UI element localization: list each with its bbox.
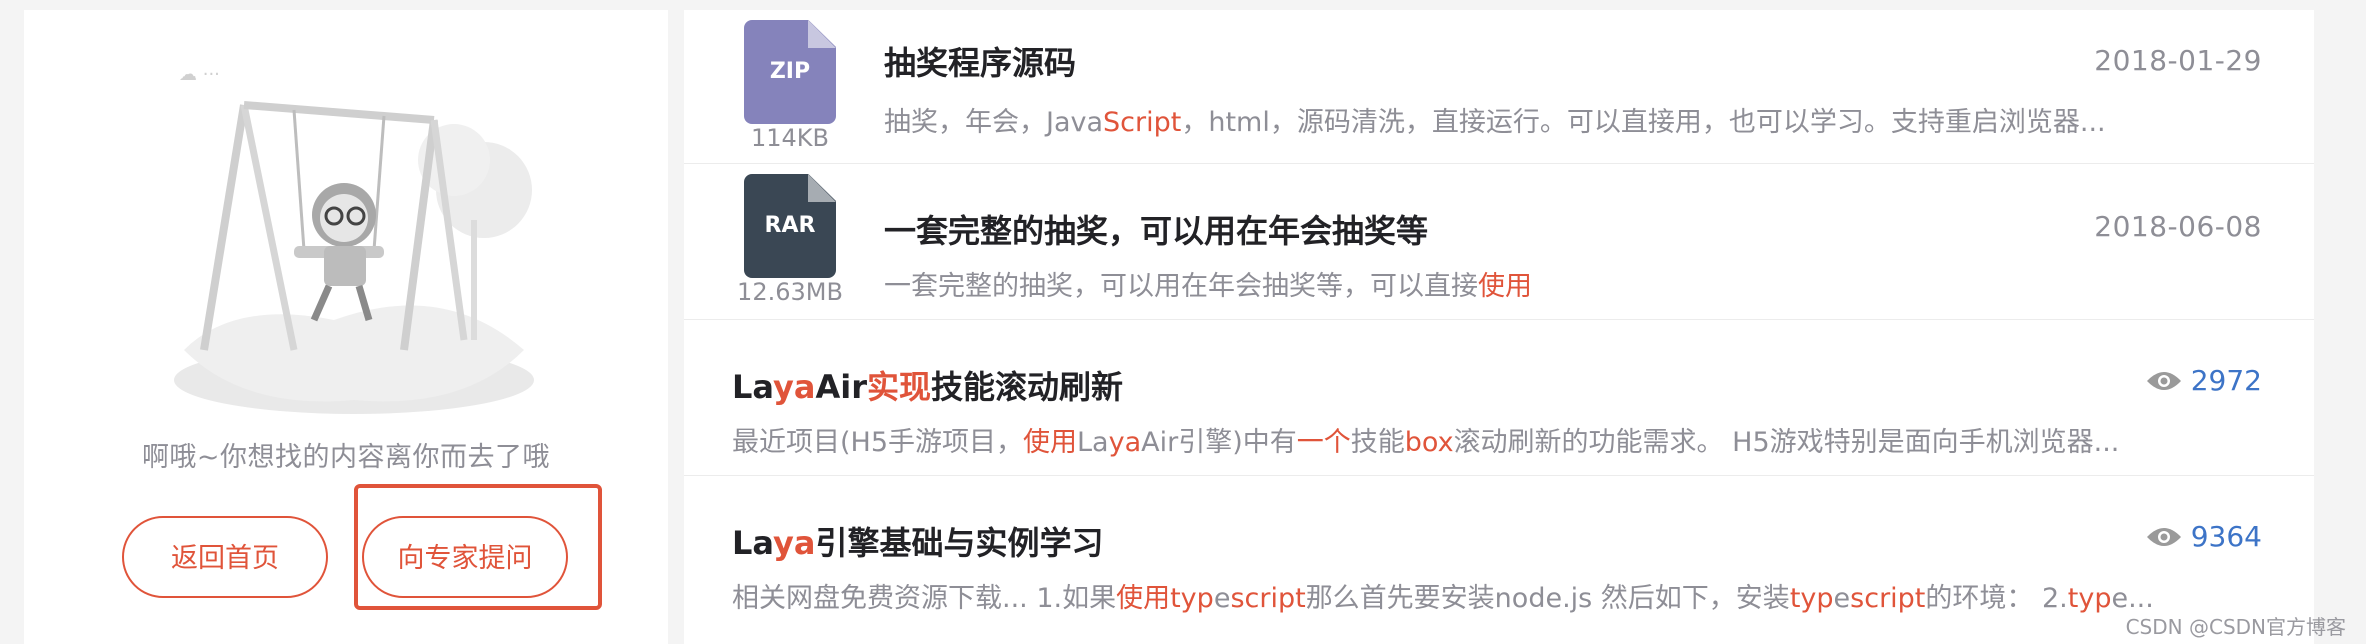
item-title[interactable]: 一套完整的抽奖，可以用在年会抽奖等 [884, 206, 1428, 252]
item-title[interactable]: 抽奖程序源码 [884, 38, 1076, 84]
file-size: 12.63MB [737, 278, 843, 306]
eye-icon [2146, 527, 2181, 546]
ask-expert-button[interactable]: 向专家提问 [362, 516, 568, 598]
item-title[interactable]: Laya引擎基础与实例学习 [732, 518, 1103, 564]
item-description: 相关网盘免费资源下载... 1.如果使用typescript那么首先要安装nod… [732, 583, 2154, 614]
results-list: ZIP 114KB 抽奖程序源码 2018-01-29 抽奖，年会，JavaSc… [684, 10, 2314, 644]
empty-state-message: 啊哦~你想找的内容离你而去了哦 [141, 442, 551, 473]
item-date: 2018-01-29 [2094, 44, 2262, 77]
item-description: 一套完整的抽奖，可以用在年会抽奖等，可以直接使用 [884, 271, 1532, 302]
list-item[interactable]: RAR 12.63MB 一套完整的抽奖，可以用在年会抽奖等 2018-06-08… [684, 164, 2314, 320]
list-item[interactable]: LayaAir实现技能滚动刷新 2972 最近项目(H5手游项目，使用LayaA… [684, 320, 2314, 476]
item-date: 2018-06-08 [2094, 210, 2262, 243]
svg-text:☁ ···: ☁ ··· [179, 64, 220, 85]
item-title[interactable]: LayaAir实现技能滚动刷新 [732, 362, 1123, 408]
rar-file-icon: RAR [744, 174, 836, 278]
swing-illustration: ☁ ··· [174, 64, 534, 414]
eye-icon [2146, 371, 2181, 390]
empty-state-panel: ☁ ··· 啊哦~你想找的内容离你而去了哦 返回首页 向专家提问 [24, 10, 668, 644]
item-description: 抽奖，年会，JavaScript，html，源码清洗，直接运行。可以直接用，也可… [884, 107, 2106, 138]
view-count: 2972 [2145, 364, 2262, 397]
back-home-button[interactable]: 返回首页 [122, 516, 328, 598]
zip-file-icon: ZIP [744, 20, 836, 124]
list-item[interactable]: Laya引擎基础与实例学习 9364 相关网盘免费资源下载... 1.如果使用t… [684, 476, 2314, 644]
view-count: 9364 [2145, 520, 2262, 553]
watermark: CSDN @CSDN官方博客 [2125, 615, 2346, 639]
item-description: 最近项目(H5手游项目，使用LayaAir引擎)中有一个技能box滚动刷新的功能… [732, 427, 2120, 458]
list-item[interactable]: ZIP 114KB 抽奖程序源码 2018-01-29 抽奖，年会，JavaSc… [684, 10, 2314, 164]
file-size: 114KB [750, 124, 829, 152]
